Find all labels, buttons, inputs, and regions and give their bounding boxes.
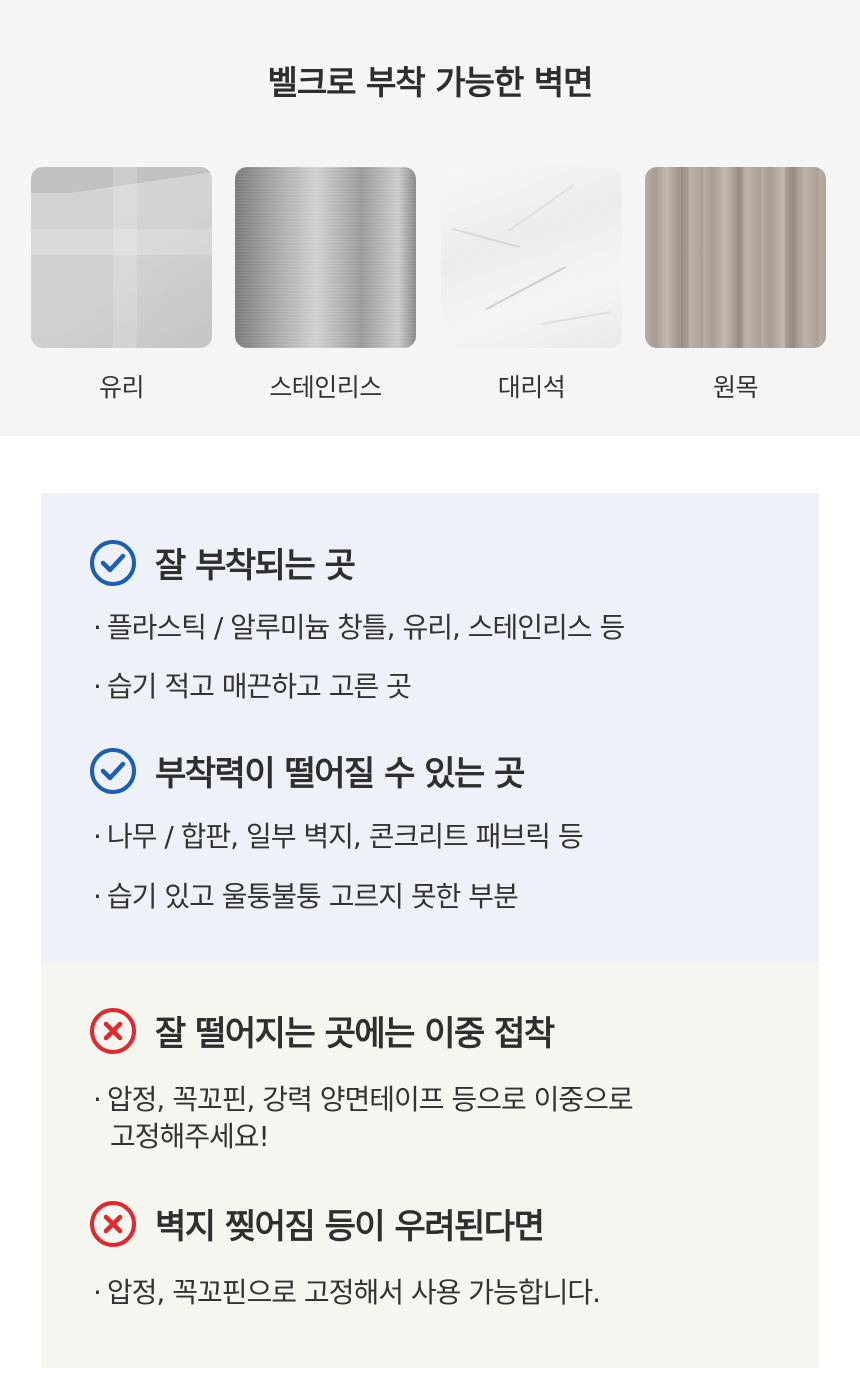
tip1-bullet-1-continued: 고정해주세요! [110,1120,270,1153]
x-circle-icon [90,1007,136,1054]
surface-wood: 원목 [645,167,826,404]
surface-glass: 유리 [31,167,212,404]
good-bullet-2: · 습기 적고 매끈하고 고른 곳 [93,670,412,703]
tip2-bullet-1: · 압정, 꼭꼬핀으로 고정해서 사용 가능합니다. [93,1276,601,1309]
wood-swatch-image [645,167,826,348]
adhesion-info-panel: 잘 부착되는 곳 · 플라스틱 / 알루미늄 창틀, 유리, 스테인리스 등 · 습… [41,493,819,962]
weak-bullet-2: · 습기 있고 울퉁불퉁 고르지 못한 부분 [93,880,519,913]
marble-swatch-image [441,167,622,348]
stainless-swatch-image [235,167,416,348]
surface-stainless: 스테인리스 [235,167,416,404]
weak-bullet-1: · 나무 / 합판, 일부 벽지, 콘크리트 패브릭 등 [93,820,584,853]
x-circle-icon [90,1200,136,1247]
tip2-section-title: 벽지 찢어짐 등이 우려된다면 [89,1199,545,1248]
good-section-title: 잘 부착되는 곳 [89,538,356,587]
check-circle-icon [90,539,136,586]
good-bullet-1: · 플라스틱 / 알루미늄 창틀, 유리, 스테인리스 등 [93,611,625,644]
tip1-bullet-1: · 압정, 꼭꼬핀, 강력 양면테이프 등으로 이중으로 [93,1083,634,1116]
surface-marble: 대리석 [441,167,622,404]
surface-label-glass: 유리 [98,373,145,402]
weak-title-text: 부착력이 떨어질 수 있는 곳 [155,754,525,794]
surfaces-title: 벨크로 부착 가능한 벽면 [267,63,593,102]
surfaces-panel: 벨크로 부착 가능한 벽면 유리 스테인리스 대리석 원목 [0,0,860,436]
check-circle-icon [90,747,136,794]
glass-swatch-image [31,167,212,348]
surface-label-marble: 대리석 [497,373,566,402]
surface-label-wood: 원목 [712,373,759,402]
tip1-title-text: 잘 떨어지는 곳에는 이중 접착 [155,1014,555,1054]
surface-label-stainless: 스테인리스 [269,373,382,402]
tip2-title-text: 벽지 찢어짐 등이 우려된다면 [155,1207,545,1247]
good-title-text: 잘 부착되는 곳 [155,546,356,586]
tips-panel: 잘 떨어지는 곳에는 이중 접착 · 압정, 꼭꼬핀, 강력 양면테이프 등으로 … [41,962,819,1368]
weak-section-title: 부착력이 떨어질 수 있는 곳 [89,746,525,795]
tip1-section-title: 잘 떨어지는 곳에는 이중 접착 [89,1006,555,1055]
